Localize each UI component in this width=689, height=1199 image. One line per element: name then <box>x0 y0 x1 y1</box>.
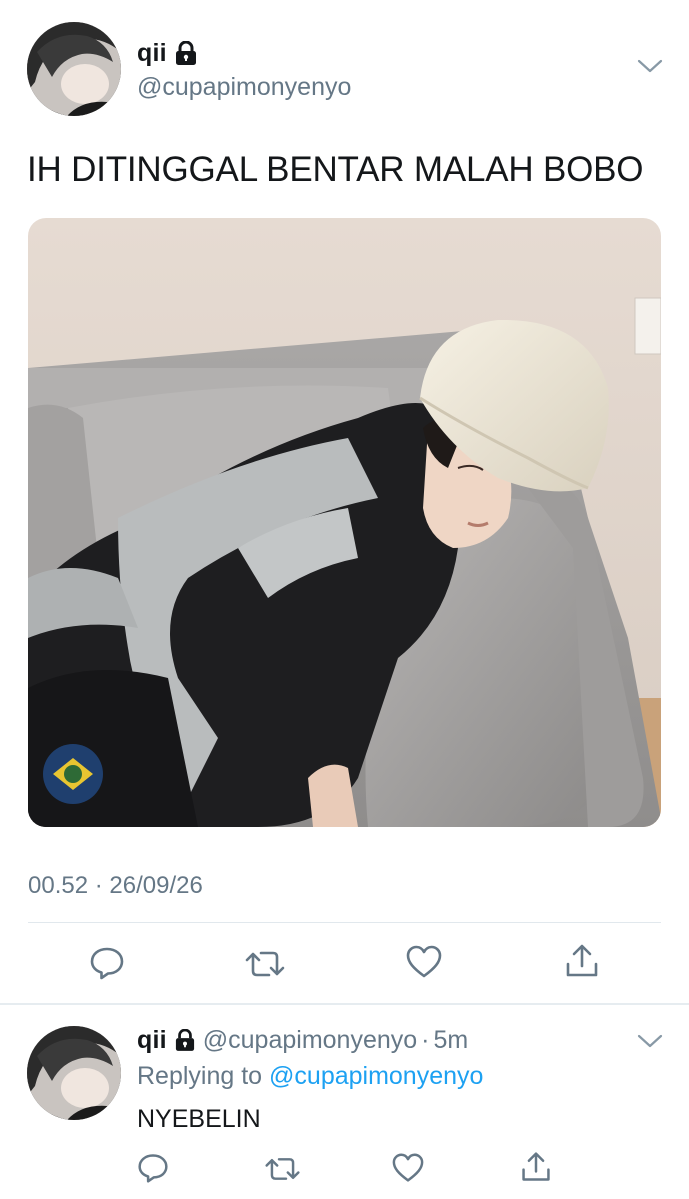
reply-separator: · <box>421 1025 430 1054</box>
heart-icon[interactable] <box>392 1153 424 1183</box>
lock-icon <box>175 1029 195 1051</box>
reply-author-handle[interactable]: @cupapimonyenyo <box>203 1026 417 1055</box>
reply-header: qii @cupapimonyenyo · 5m <box>137 1025 468 1055</box>
tweet-photo[interactable] <box>28 218 661 827</box>
main-tweet: qii @cupapimonyenyo IH DITINGGAL BENTAR … <box>0 0 689 1004</box>
author-line: qii <box>137 38 197 68</box>
author-name[interactable]: qii <box>137 39 167 68</box>
replying-to-handle[interactable]: @cupapimonyenyo <box>269 1062 483 1090</box>
chevron-down-icon[interactable] <box>637 58 663 74</box>
retweet-icon[interactable] <box>244 946 286 982</box>
divider <box>28 922 661 923</box>
replying-to-line: Replying to @cupapimonyenyo <box>137 1062 483 1091</box>
reply-text: NYEBELIN <box>137 1105 261 1133</box>
author-handle[interactable]: @cupapimonyenyo <box>137 73 351 102</box>
heart-icon[interactable] <box>406 945 442 979</box>
tweet-separator <box>0 1003 689 1005</box>
tweet-timestamp[interactable]: 00.52 · 26/09/26 <box>28 872 203 900</box>
profile-photo <box>27 22 121 116</box>
avatar[interactable] <box>27 22 121 116</box>
reply-author-name[interactable]: qii <box>137 1026 167 1055</box>
comment-icon[interactable] <box>137 1152 169 1184</box>
share-icon[interactable] <box>564 942 600 980</box>
reply-tweet[interactable]: qii @cupapimonyenyo · 5m Replying to @cu… <box>0 1006 689 1199</box>
tweet-text: IH DITINGGAL BENTAR MALAH BOBO <box>27 150 644 189</box>
reply-time[interactable]: 5m <box>434 1026 469 1055</box>
reply-avatar[interactable] <box>27 1026 121 1120</box>
share-icon[interactable] <box>520 1150 552 1184</box>
replying-prefix: Replying to <box>137 1062 263 1090</box>
comment-icon[interactable] <box>89 945 125 981</box>
chevron-down-icon[interactable] <box>637 1033 663 1049</box>
profile-photo <box>27 1026 121 1120</box>
retweet-icon[interactable] <box>264 1153 301 1185</box>
sleeping-person-image <box>28 218 661 827</box>
lock-icon <box>175 41 197 65</box>
